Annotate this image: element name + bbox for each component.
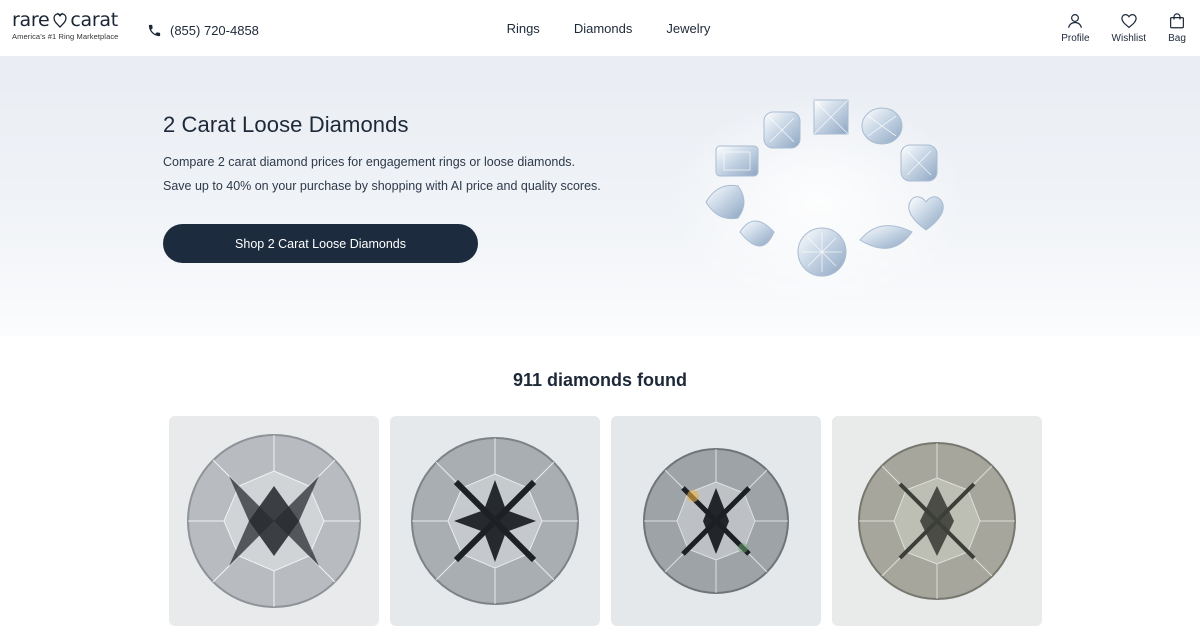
heart-icon (1121, 14, 1137, 29)
shop-2-carat-button[interactable]: Shop 2 Carat Loose Diamonds (163, 224, 478, 263)
main-nav: Rings Diamonds Jewelry (0, 20, 1200, 38)
profile-button[interactable]: Profile (1061, 12, 1090, 44)
nav-jewelry[interactable]: Jewelry (666, 20, 710, 38)
round-diamond-image (169, 416, 379, 626)
wishlist-label: Wishlist (1111, 33, 1146, 44)
hero-description-1: Compare 2 carat diamond prices for engag… (163, 155, 576, 169)
bag-button[interactable]: Bag (1168, 12, 1186, 44)
hero-description-2: Save up to 40% on your purchase by shopp… (163, 179, 601, 193)
user-icon (1068, 14, 1083, 28)
round-diamond-image (832, 416, 1042, 626)
page-title: 2 Carat Loose Diamonds (163, 112, 409, 137)
round-diamond-image (390, 416, 600, 626)
bag-label: Bag (1168, 33, 1186, 44)
site-header: rare carat America's #1 Ring Marketplace… (0, 0, 1200, 56)
diamond-card[interactable] (169, 416, 379, 626)
wishlist-button[interactable]: Wishlist (1112, 12, 1146, 44)
diamond-ring-arrangement-image (668, 97, 968, 307)
profile-label: Profile (1061, 33, 1090, 44)
nav-rings[interactable]: Rings (507, 20, 540, 38)
bag-icon (1170, 13, 1184, 29)
diamond-card[interactable] (390, 416, 600, 626)
diamond-card[interactable] (611, 416, 821, 626)
results-count: 911 diamonds found (512, 370, 688, 390)
header-actions: Profile Wishlist Bag (1061, 12, 1186, 44)
nav-diamonds[interactable]: Diamonds (574, 20, 633, 38)
diamond-card[interactable] (832, 416, 1042, 626)
round-diamond-image (611, 416, 821, 626)
hero-banner: 2 Carat Loose Diamonds Compare 2 carat d… (0, 56, 1200, 336)
